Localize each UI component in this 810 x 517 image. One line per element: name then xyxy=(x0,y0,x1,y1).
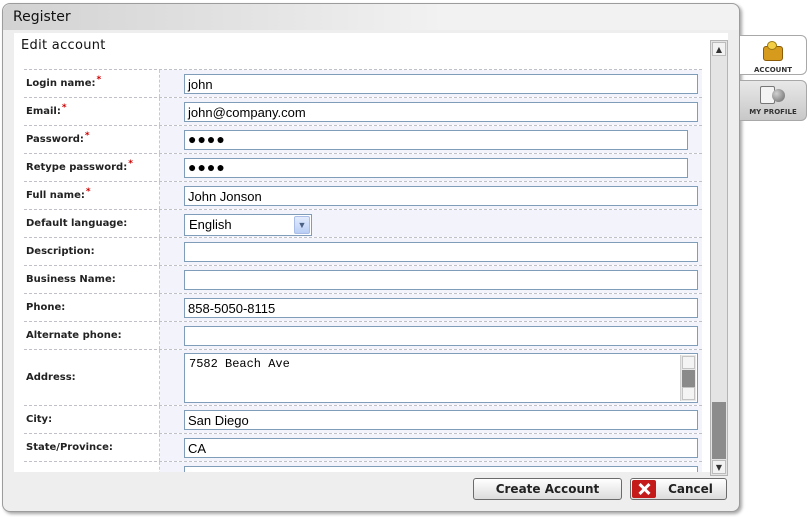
state-province-input[interactable]: CA xyxy=(184,438,698,458)
form-row-business-name: Business Name: xyxy=(24,266,702,294)
required-marker: * xyxy=(84,130,90,141)
business-name-label: Business Name: xyxy=(26,274,116,285)
form-row-phone: Phone: 858-5050-8115 xyxy=(24,294,702,322)
retype-password-input[interactable]: ●●●● xyxy=(184,158,688,178)
password-label: Password: xyxy=(26,134,84,145)
form-row-login-name: Login name: * john xyxy=(24,70,702,98)
form-row-alternate-phone: Alternate phone: xyxy=(24,322,702,350)
alternate-phone-label: Alternate phone: xyxy=(26,330,122,341)
content-area: Edit account Login name: * john Email: * j… xyxy=(14,33,728,472)
create-account-button[interactable]: Create Account xyxy=(473,478,622,500)
address-label: Address: xyxy=(26,372,76,383)
scroll-thumb[interactable] xyxy=(712,402,726,459)
form-row-default-language: Default language: English ▼ xyxy=(24,210,702,238)
full-name-label: Full name: xyxy=(26,190,85,201)
form-row-email: Email: * john@company.com xyxy=(24,98,702,126)
city-label: City: xyxy=(26,414,53,425)
form-row-full-name: Full name: * John Jonson xyxy=(24,182,702,210)
form-row-retype-password: Retype password: * ●●●● xyxy=(24,154,702,182)
scroll-up-arrow-icon[interactable]: ▲ xyxy=(712,42,726,56)
profile-icon xyxy=(758,84,788,106)
section-title: Edit account xyxy=(21,38,106,53)
address-scrollbar[interactable] xyxy=(680,355,696,401)
form-row-city: City: San Diego xyxy=(24,406,702,434)
scroll-down-arrow-icon[interactable]: ▼ xyxy=(712,460,726,474)
login-name-label: Login name: xyxy=(26,78,96,89)
resize-grip-icon[interactable] xyxy=(682,387,695,400)
account-icon xyxy=(761,40,785,64)
required-marker: * xyxy=(61,102,67,113)
password-input[interactable]: ●●●● xyxy=(184,130,688,150)
close-icon xyxy=(632,480,656,498)
cancel-button[interactable]: Cancel xyxy=(630,478,727,500)
default-language-label: Default language: xyxy=(26,218,128,229)
login-name-input[interactable]: john xyxy=(184,74,698,94)
tab-profile-label: MY PROFILE xyxy=(749,108,797,116)
address-textarea[interactable]: 7582 Beach Ave xyxy=(184,353,698,403)
default-language-select[interactable]: English ▼ xyxy=(184,214,312,236)
form-row-next xyxy=(24,462,702,472)
form-row-password: Password: * ●●●● xyxy=(24,126,702,154)
email-label: Email: xyxy=(26,106,61,117)
tab-account-label: ACCOUNT xyxy=(754,66,792,74)
description-label: Description: xyxy=(26,246,95,257)
cancel-button-label: Cancel xyxy=(668,482,713,496)
window-title: Register xyxy=(13,9,71,25)
address-value: 7582 Beach Ave xyxy=(189,357,290,371)
phone-input[interactable]: 858-5050-8115 xyxy=(184,298,698,318)
form-row-description: Description: xyxy=(24,238,702,266)
description-input[interactable] xyxy=(184,242,698,262)
tab-my-profile[interactable]: MY PROFILE xyxy=(740,80,807,121)
form-scrollbar[interactable]: ▲ ▼ xyxy=(710,40,728,476)
next-field-input[interactable] xyxy=(184,466,698,472)
required-marker: * xyxy=(85,186,91,197)
email-input[interactable]: john@company.com xyxy=(184,102,698,122)
city-input[interactable]: San Diego xyxy=(184,410,698,430)
scroll-thumb[interactable] xyxy=(682,370,695,387)
alternate-phone-input[interactable] xyxy=(184,326,698,346)
edit-account-form: Login name: * john Email: * john@company.c… xyxy=(24,69,702,472)
chevron-down-icon[interactable]: ▼ xyxy=(294,216,310,234)
business-name-input[interactable] xyxy=(184,270,698,290)
form-row-address: Address: 7582 Beach Ave xyxy=(24,350,702,406)
full-name-input[interactable]: John Jonson xyxy=(184,186,698,206)
required-marker: * xyxy=(96,74,102,85)
retype-password-label: Retype password: xyxy=(26,162,128,173)
scroll-up-arrow-icon[interactable] xyxy=(682,356,695,369)
form-row-state-province: State/Province: CA xyxy=(24,434,702,462)
required-marker: * xyxy=(128,158,133,169)
register-window: Register Edit account Login name: * john … xyxy=(2,3,740,512)
tab-account[interactable]: ACCOUNT xyxy=(740,35,807,75)
state-province-label: State/Province: xyxy=(26,442,113,453)
phone-label: Phone: xyxy=(26,302,66,313)
default-language-value: English xyxy=(189,217,232,232)
title-bar: Register xyxy=(3,4,739,30)
